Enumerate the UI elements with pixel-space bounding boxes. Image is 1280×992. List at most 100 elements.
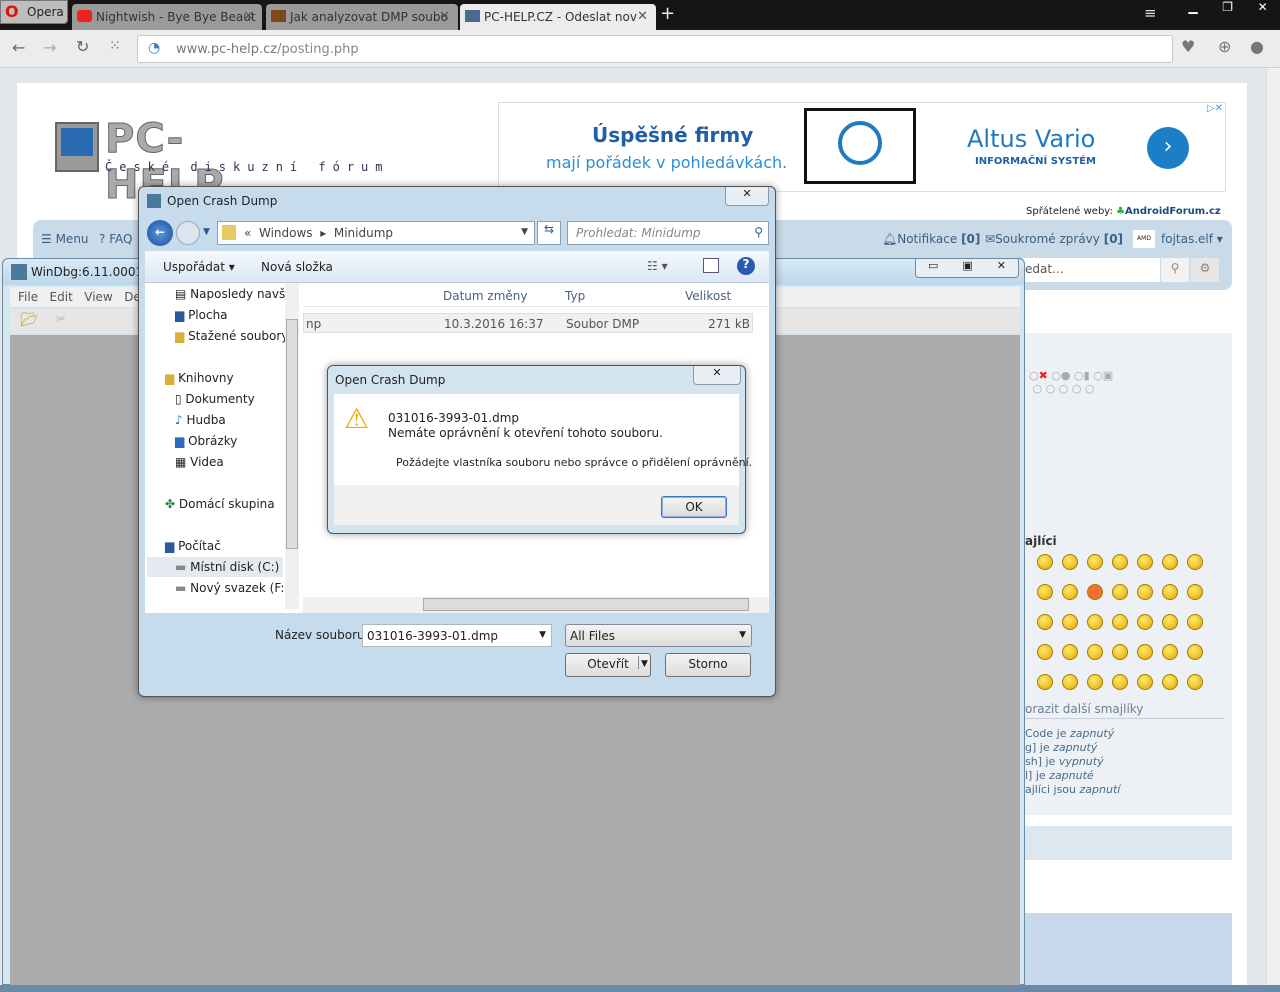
new-folder-button[interactable]: Nová složka (261, 260, 333, 274)
close-button[interactable]: ✕ (693, 366, 741, 385)
maximize-icon[interactable]: ▣ (962, 259, 972, 277)
notifications-link[interactable]: 🔔︎Notifikace [0] (882, 232, 980, 246)
view-options-icon[interactable]: ☷ ▾ (647, 259, 668, 273)
tab-dmp[interactable]: Jak analyzovat DMP soubo ✕ (266, 4, 458, 30)
breadcrumb[interactable]: « Windows ▸ Minidump ▼ (217, 221, 535, 245)
column-date[interactable]: Datum změny (443, 289, 528, 303)
refresh-button[interactable]: ⇆ (537, 221, 561, 245)
close-icon[interactable]: ✕ (637, 9, 648, 24)
reload-icon[interactable]: ↻ (76, 37, 89, 56)
faq-link[interactable]: ? FAQ (99, 232, 132, 246)
column-size[interactable]: Velikost (685, 289, 731, 303)
nav-music[interactable]: ♪ Hudba (175, 413, 226, 427)
minimize-icon[interactable]: ▁ (1188, 0, 1197, 18)
search-placeholder: edat... (1025, 262, 1064, 276)
organize-button[interactable]: Uspořádat ▾ (163, 260, 235, 274)
ad-line1: Úspěšné firmy (592, 123, 754, 147)
close-icon[interactable]: ✕ (997, 259, 1006, 277)
more-smilies-link[interactable]: orazit další smajlíky (1025, 702, 1143, 716)
nav-recent[interactable]: ▤ Naposledy navšti (175, 287, 293, 301)
preview-pane-icon[interactable] (703, 258, 719, 273)
nav-local-disk[interactable]: ▬ Místní disk (C:) (147, 557, 283, 577)
friends-link[interactable]: AndroidForum.cz (1125, 206, 1221, 217)
back-icon[interactable]: ← (12, 38, 25, 57)
ok-button[interactable]: OK (661, 496, 727, 518)
nav-desktop[interactable]: ▆ Plocha (175, 308, 228, 322)
open-folder-icon[interactable]: 📂︎ (20, 312, 38, 328)
file-row[interactable]: np 10.3.2016 16:37 Soubor DMP 271 kB (303, 313, 753, 333)
breadcrumb-minidump[interactable]: Minidump (334, 226, 393, 240)
nav-homegroup[interactable]: ✤ Domácí skupina (165, 497, 275, 511)
menu-button[interactable]: ☰ Menu (41, 232, 89, 246)
heart-icon[interactable]: ♥ (1181, 37, 1195, 56)
chevron-down-icon[interactable]: ▼ (638, 656, 650, 669)
close-icon[interactable]: ✕ (439, 9, 450, 24)
new-tab-button[interactable]: + (660, 3, 675, 24)
smilies-grid[interactable] (1037, 551, 1237, 701)
file-type: Soubor DMP (566, 317, 640, 331)
help-icon[interactable]: ? (737, 257, 755, 275)
status-line: l] je zapnuté (1025, 769, 1094, 782)
nav-pictures[interactable]: ▆ Obrázky (175, 434, 237, 448)
search-input[interactable]: edat... (1023, 258, 1160, 282)
post-icons[interactable]: ○✖ ○● ○▮ ○▣ ○ ○ ○ ○ ○ (1029, 369, 1113, 395)
chevron-down-icon[interactable]: ▼ (203, 227, 210, 237)
chevron-down-icon[interactable]: ▼ (521, 227, 528, 237)
gear-icon[interactable]: ⚙ (1191, 258, 1219, 282)
msgbox-title: Open Crash Dump (335, 373, 446, 387)
nav-videos[interactable]: ▦ Videa (175, 455, 224, 469)
friends-label: Spřátelené weby: (1026, 206, 1113, 217)
ad-banner[interactable]: Úspěšné firmy mají pořádek v pohledávkác… (498, 102, 1226, 192)
user-menu[interactable]: fojtas.elf ▾ (1161, 232, 1223, 246)
download-icon[interactable]: ⊕ (1218, 37, 1231, 56)
tab-pchelp[interactable]: PC-HELP.CZ - Odeslat nov ✕ (460, 4, 656, 30)
tab-nightwish[interactable]: Nightwish - Bye Bye Beaut ✕ (72, 4, 262, 30)
cancel-button[interactable]: Storno (665, 653, 751, 677)
account-icon[interactable]: ● (1250, 37, 1264, 56)
page-scrollbar[interactable] (1266, 68, 1280, 985)
nav-computer[interactable]: ▆ Počítač (165, 539, 221, 553)
back-button[interactable]: ← (147, 220, 173, 246)
filename-input[interactable]: 031016-3993-01.dmp ▼ (362, 624, 552, 647)
horizontal-scrollbar[interactable] (303, 597, 769, 613)
column-type[interactable]: Typ (565, 289, 585, 303)
private-messages-link[interactable]: ✉Soukromé zprávy [0] (985, 232, 1123, 246)
maximize-icon[interactable]: ❐ (1222, 0, 1233, 18)
chevron-right-icon[interactable]: › (1147, 127, 1189, 169)
close-icon[interactable]: ✕ (1258, 0, 1268, 18)
chevron-down-icon[interactable]: ▼ (539, 630, 546, 640)
folder-icon (222, 225, 236, 240)
nav-scrollbar[interactable] (285, 283, 299, 609)
nav-documents[interactable]: ▯ Dokumenty (175, 392, 255, 406)
close-button[interactable]: ✕ (725, 187, 769, 206)
forward-icon[interactable]: → (43, 38, 56, 57)
adchoices-icon[interactable]: ▷✕ (1207, 103, 1223, 114)
forward-button[interactable] (176, 221, 200, 245)
nav-libraries[interactable]: ▆ Knihovny (165, 371, 234, 385)
url-input[interactable]: ◔ www.pc-help.cz/posting.php (137, 35, 1173, 63)
menu-edit[interactable]: Edit (50, 290, 73, 304)
search-input[interactable]: Prohledat: Minidump ⚲ (567, 221, 769, 245)
cut-icon[interactable]: ✂ (56, 312, 66, 326)
speed-dial-icon[interactable]: ⁙ (109, 38, 121, 54)
chevron-down-icon[interactable]: ▼ (739, 630, 746, 640)
url-path: /posting.php (277, 42, 359, 57)
opera-menu-button[interactable]: O Opera (0, 0, 68, 24)
avatar[interactable]: AMD (1133, 230, 1155, 248)
nav-downloads[interactable]: ▆ Stažené soubory (175, 329, 288, 343)
bell-icon: 🔔︎ (882, 232, 898, 246)
file-name: np (306, 317, 322, 331)
file-type-select[interactable]: All Files ▼ (565, 624, 752, 647)
pm-label: Soukromé zprávy (995, 232, 1100, 246)
open-button[interactable]: Otevřít ▼ (565, 653, 651, 677)
nav-new-volume[interactable]: ▬ Nový svazek (F:) (175, 581, 289, 595)
menu-file[interactable]: File (18, 290, 38, 304)
file-size: 271 kB (708, 317, 750, 331)
tab-menu-icon[interactable]: ≡ (1144, 4, 1157, 22)
search-icon[interactable]: ⚲ (1161, 258, 1189, 282)
menu-view[interactable]: View (84, 290, 112, 304)
close-icon[interactable]: ✕ (243, 9, 254, 24)
smilies-title: ajlíci (1025, 534, 1057, 548)
breadcrumb-windows[interactable]: Windows (259, 226, 313, 240)
minimize-icon[interactable]: ▭ (928, 259, 938, 277)
